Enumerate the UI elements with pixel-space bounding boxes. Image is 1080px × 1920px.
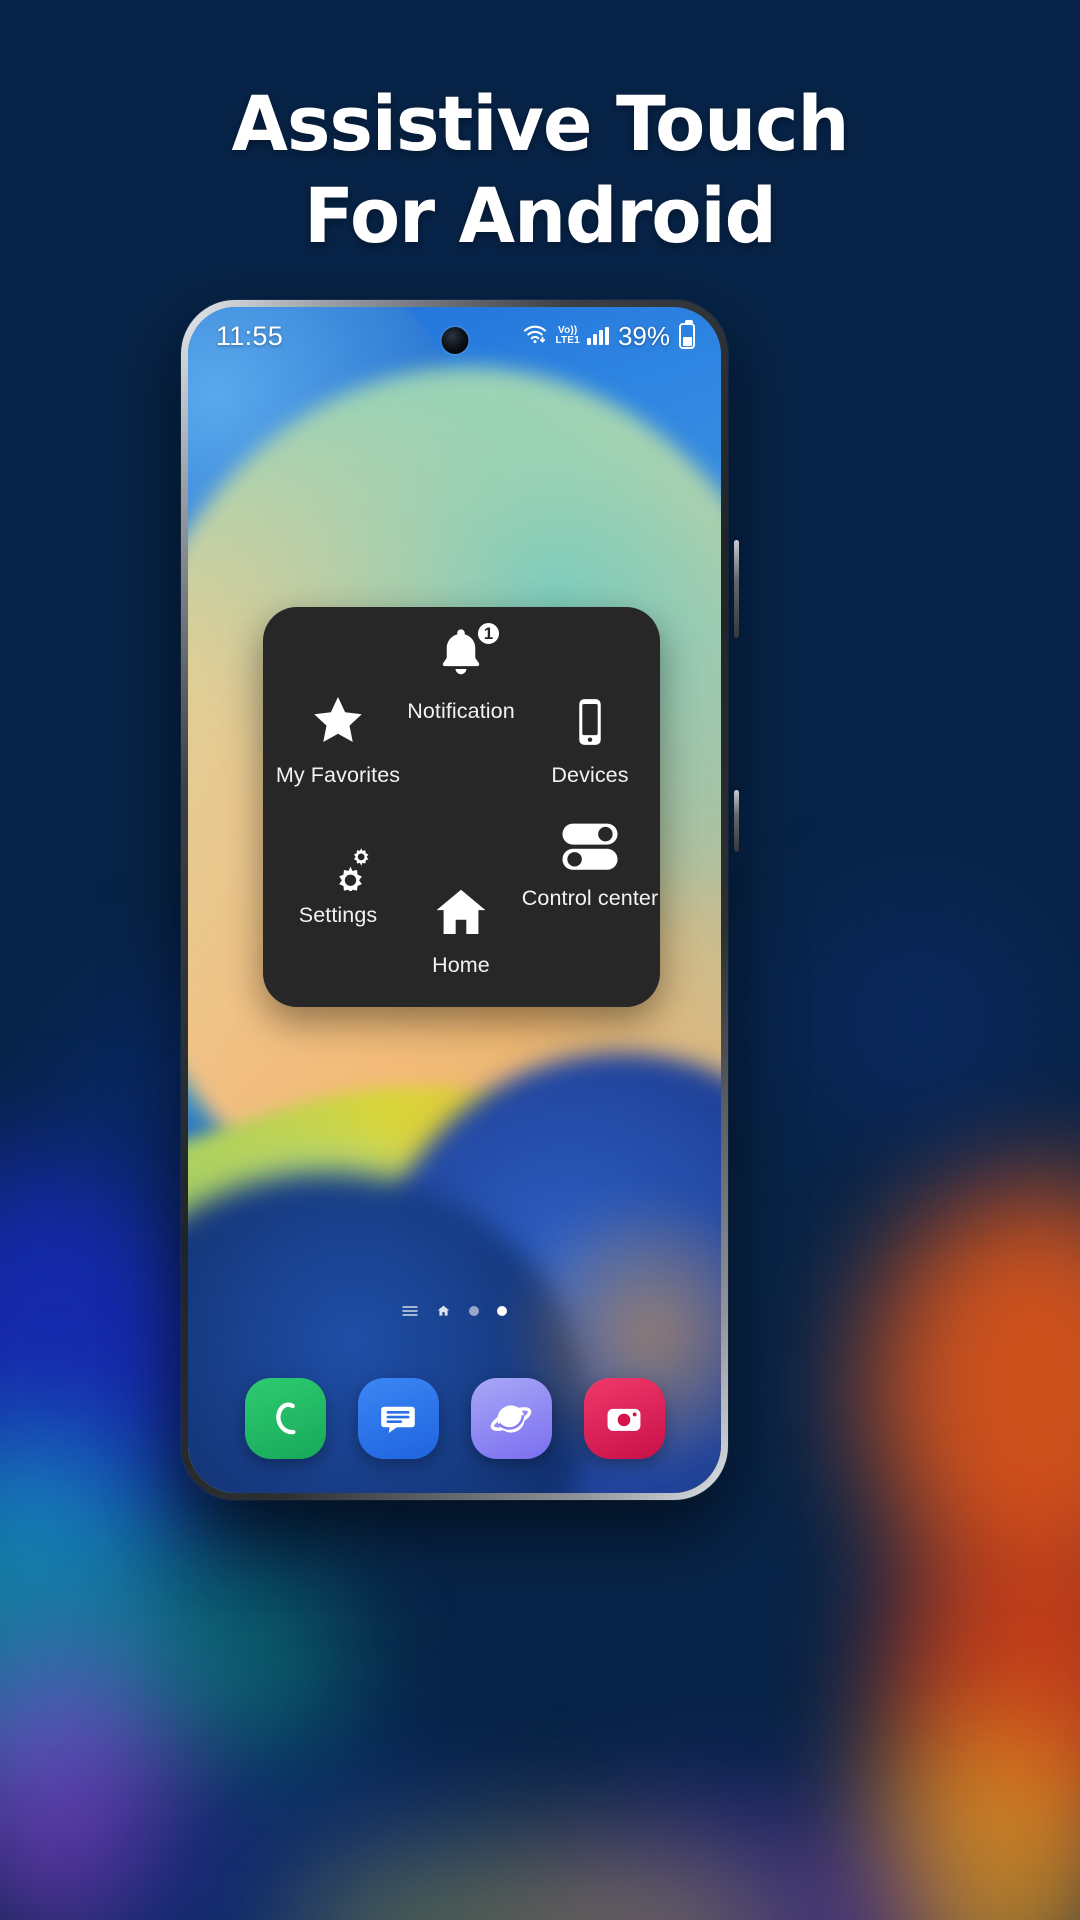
planet-icon [490, 1404, 532, 1433]
menu-item-label: Control center [521, 886, 659, 910]
front-camera-punch-hole [441, 327, 468, 354]
smartphone-icon [562, 689, 618, 751]
message-icon [381, 1406, 415, 1433]
menu-item-my-favorites[interactable]: My Favorites [263, 689, 413, 788]
notification-badge: 1 [475, 620, 502, 647]
volte-bottom-label: LTE1 [555, 335, 580, 346]
wifi-icon [522, 324, 548, 349]
browser-app[interactable] [470, 1378, 552, 1459]
camera-app[interactable] [583, 1378, 665, 1459]
gears-icon [306, 829, 370, 891]
battery-icon [679, 320, 695, 349]
menu-item-label: My Favorites [275, 763, 401, 787]
page-title: Assistive Touch For Android [22, 78, 1059, 262]
menu-item-label: Notification [407, 699, 515, 723]
toggles-icon [557, 812, 623, 874]
power-button[interactable] [734, 790, 739, 852]
signal-bars-icon [586, 327, 609, 345]
volume-button[interactable] [734, 540, 739, 638]
phone-screen: 11:55 Vo)) LTE1 39% 1 Notification My Fa… [188, 307, 721, 1493]
status-icons: Vo)) LTE1 39% [522, 320, 695, 352]
volte-icon: Vo)) LTE1 [555, 326, 580, 346]
status-clock: 11:55 [216, 320, 284, 351]
decorative-blob [150, 1560, 350, 1760]
camera-icon [607, 1408, 641, 1431]
house-icon [431, 879, 491, 941]
menu-item-label: Devices [551, 763, 629, 787]
menu-item-label: Home [432, 953, 490, 977]
home-glyph-icon[interactable] [436, 1304, 451, 1318]
page-dot[interactable] [469, 1306, 479, 1316]
decorative-blob [800, 900, 1040, 1140]
phone-mockup: 11:55 Vo)) LTE1 39% 1 Notification My Fa… [181, 300, 739, 1500]
star-icon [307, 689, 369, 751]
menu-item-home[interactable]: Home [386, 879, 536, 978]
messages-app[interactable] [357, 1378, 439, 1459]
dock [188, 1378, 721, 1459]
phone-app[interactable] [244, 1378, 326, 1459]
bell-icon: 1 [432, 620, 502, 687]
menu-item-control-center[interactable]: Control center [515, 812, 665, 911]
headline-line-1: Assistive Touch [231, 79, 849, 168]
battery-percentage: 39% [617, 320, 670, 351]
page-indicator[interactable] [188, 1304, 721, 1318]
assistive-touch-menu[interactable]: 1 Notification My Favorites Devices Sett… [263, 607, 660, 1007]
menu-item-devices[interactable]: Devices [515, 689, 665, 788]
page-dot-active[interactable] [497, 1306, 507, 1316]
menu-item-label: Settings [298, 903, 378, 927]
app-list-glyph-icon[interactable] [402, 1305, 418, 1317]
headline-line-2: For Android [304, 171, 777, 260]
phone-handset-icon [276, 1402, 296, 1434]
